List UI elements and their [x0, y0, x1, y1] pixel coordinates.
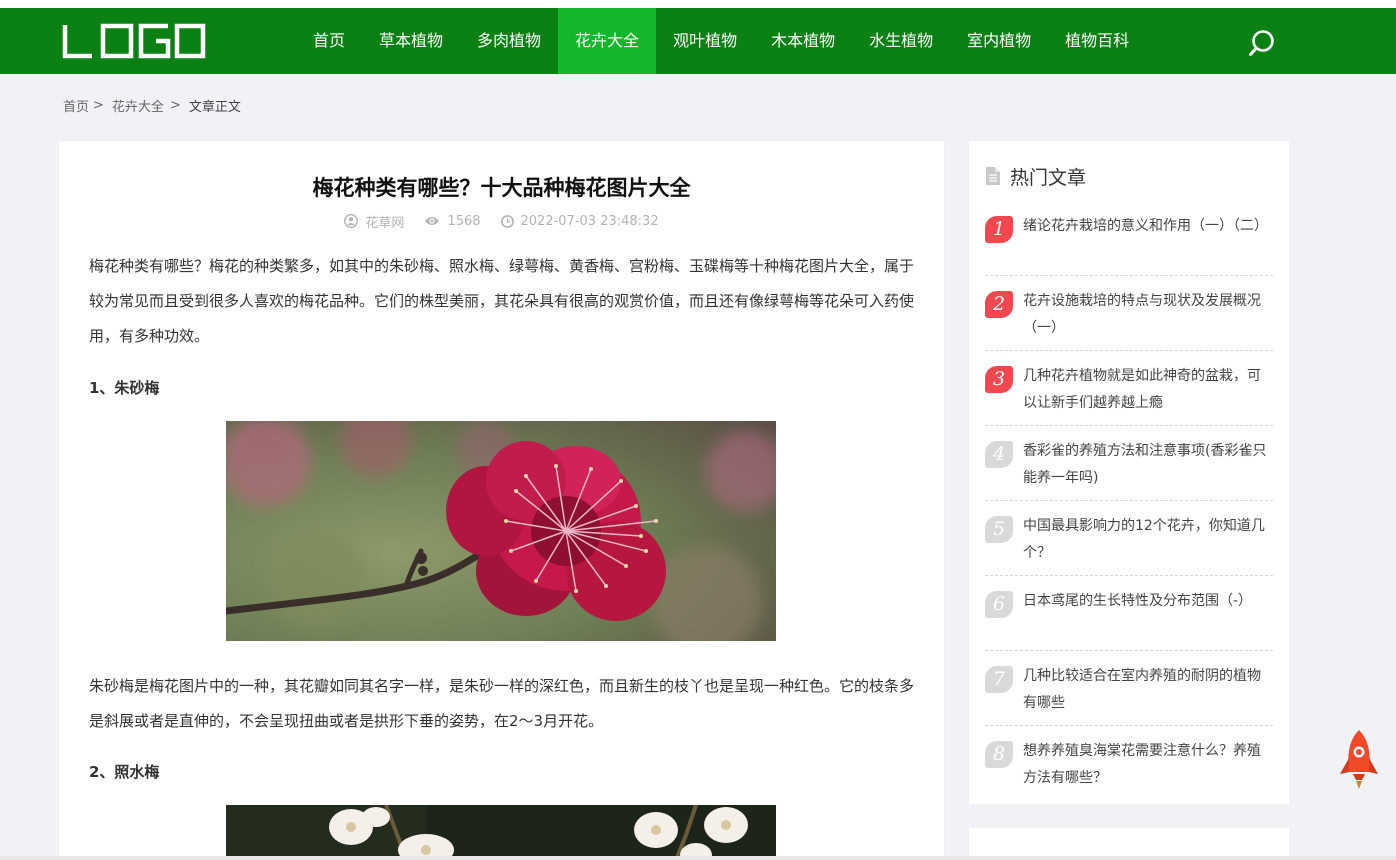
top-strip [0, 0, 1396, 8]
hot-article-title[interactable]: 几种比较适合在室内养殖的耐阴的植物有哪些 [1023, 663, 1273, 717]
section-heading: 2、照水梅 [89, 763, 160, 781]
breadcrumb-category[interactable]: 花卉大全 [112, 96, 164, 115]
hot-articles-title: 热门文章 [1010, 166, 1087, 189]
article-date: 2022-07-03 23:48:32 [500, 213, 659, 229]
hot-article-item[interactable]: 5 中国最具影响力的12个花卉，你知道几个？ [985, 501, 1273, 576]
nav-item-2[interactable]: 多肉植物 [460, 8, 558, 74]
hot-article-title[interactable]: 日本鸢尾的生长特性及分布范围（-） [1023, 588, 1273, 615]
breadcrumb: 首页 > 花卉大全 > 文章正文 [63, 96, 241, 115]
breadcrumb-separator: > [169, 97, 181, 113]
publish-date: 2022-07-03 23:48:32 [520, 213, 659, 229]
plum-blossom-photo [226, 805, 776, 860]
nav-item-0[interactable]: 首页 [296, 8, 362, 74]
breadcrumb-separator: > [93, 97, 104, 113]
article-title: 梅花种类有哪些？十大品种梅花图片大全 [312, 176, 691, 200]
clock-icon [500, 214, 514, 228]
rank-badge: 5 [985, 516, 1013, 543]
nav-item-3[interactable]: 花卉大全 [558, 8, 657, 74]
article-meta: 花草网 1568 2022-07-03 23:48:32 [59, 212, 944, 231]
breadcrumb-current: 文章正文 [188, 99, 241, 115]
hot-articles-header: 热门文章 [985, 163, 1086, 189]
main-nav: 首页 草本植物 多肉植物 花卉大全 观叶植物 木本植物 水生植物 室内植物 植物百科 [296, 8, 1146, 74]
hot-article-item[interactable]: 6 日本鸢尾的生长特性及分布范围（-） [985, 576, 1273, 651]
article-views: 1568 [424, 213, 481, 229]
hot-article-title[interactable]: 绪论花卉栽培的意义和作用（一）（二） [1023, 213, 1273, 240]
breadcrumb-home[interactable]: 首页 [63, 96, 89, 115]
rank-badge: 3 [985, 366, 1013, 393]
eye-icon [425, 217, 440, 225]
article-author: 花草网 [344, 212, 404, 231]
user-icon [344, 214, 359, 228]
nav-item-6[interactable]: 水生植物 [852, 8, 950, 74]
hot-articles-panel: 热门文章 1 绪论花卉栽培的意义和作用（一）（二） 2 花卉设施栽培的特点与现状及发展… [969, 141, 1289, 804]
site-header: 首页 草本植物 多肉植物 花卉大全 观叶植物 木本植物 水生植物 室内植物 植物百科 [0, 8, 1396, 74]
hot-article-title[interactable]: 花卉设施栽培的特点与现状及发展概况（一） [1023, 288, 1273, 342]
rank-badge: 4 [985, 441, 1013, 468]
rank-badge: 1 [985, 216, 1013, 243]
nav-item-4[interactable]: 观叶植物 [656, 8, 754, 74]
hot-article-item[interactable]: 8 想养养殖臭海棠花需要注意什么？养殖方法有哪些？ [985, 726, 1273, 801]
search-icon[interactable] [1247, 28, 1277, 58]
hot-article-item[interactable]: 2 花卉设施栽培的特点与现状及发展概况（一） [985, 276, 1273, 351]
hot-article-item[interactable]: 3 几种花卉植物就是如此神奇的盆栽，可以让新手们越养越上瘾 [985, 351, 1273, 426]
nav-item-8[interactable]: 植物百科 [1048, 8, 1146, 74]
page-bottom-edge [0, 856, 1396, 860]
nav-item-5[interactable]: 木本植物 [754, 8, 852, 74]
nav-item-1[interactable]: 草本植物 [362, 8, 460, 74]
hot-article-item[interactable]: 4 香彩雀的养殖方法和注意事项(香彩雀只能养一年吗) [985, 426, 1273, 501]
rank-badge: 8 [985, 741, 1013, 768]
site-logo[interactable] [62, 23, 206, 59]
hot-article-title[interactable]: 香彩雀的养殖方法和注意事项(香彩雀只能养一年吗) [1023, 438, 1273, 492]
views-count: 1568 [447, 213, 481, 229]
plum-blossom-photo [226, 421, 776, 641]
section-heading: 1、朱砂梅 [89, 379, 160, 397]
hot-article-item[interactable]: 7 几种比较适合在室内养殖的耐阴的植物有哪些 [985, 651, 1273, 726]
hot-article-title[interactable]: 想养养殖臭海棠花需要注意什么？养殖方法有哪些？ [1023, 738, 1273, 792]
rank-badge: 6 [985, 591, 1013, 618]
rank-badge: 2 [985, 291, 1013, 318]
back-to-top-rocket-icon[interactable] [1338, 728, 1380, 792]
article-intro: 梅花种类有哪些？梅花的种类繁多，如其中的朱砂梅、照水梅、绿萼梅、黄香梅、宫粉梅、… [89, 257, 915, 345]
document-icon [986, 167, 1000, 185]
hot-article-title[interactable]: 几种花卉植物就是如此神奇的盆栽，可以让新手们越养越上瘾 [1023, 363, 1273, 417]
hot-articles-list: 1 绪论花卉栽培的意义和作用（一）（二） 2 花卉设施栽培的特点与现状及发展概况（一）… [985, 201, 1273, 801]
hot-article-item[interactable]: 1 绪论花卉栽培的意义和作用（一）（二） [985, 201, 1273, 276]
rank-badge: 7 [985, 666, 1013, 693]
nav-item-7[interactable]: 室内植物 [950, 8, 1048, 74]
section-text: 朱砂梅是梅花图片中的一种，其花瓣如同其名字一样，是朱砂一样的深红色，而且新生的枝… [89, 677, 915, 730]
author-name: 花草网 [365, 215, 405, 231]
article-panel: 梅花种类有哪些？十大品种梅花图片大全 花草网 1568 2022-07-03 2 [59, 141, 944, 860]
hot-article-title[interactable]: 中国最具影响力的12个花卉，你知道几个？ [1023, 513, 1273, 567]
